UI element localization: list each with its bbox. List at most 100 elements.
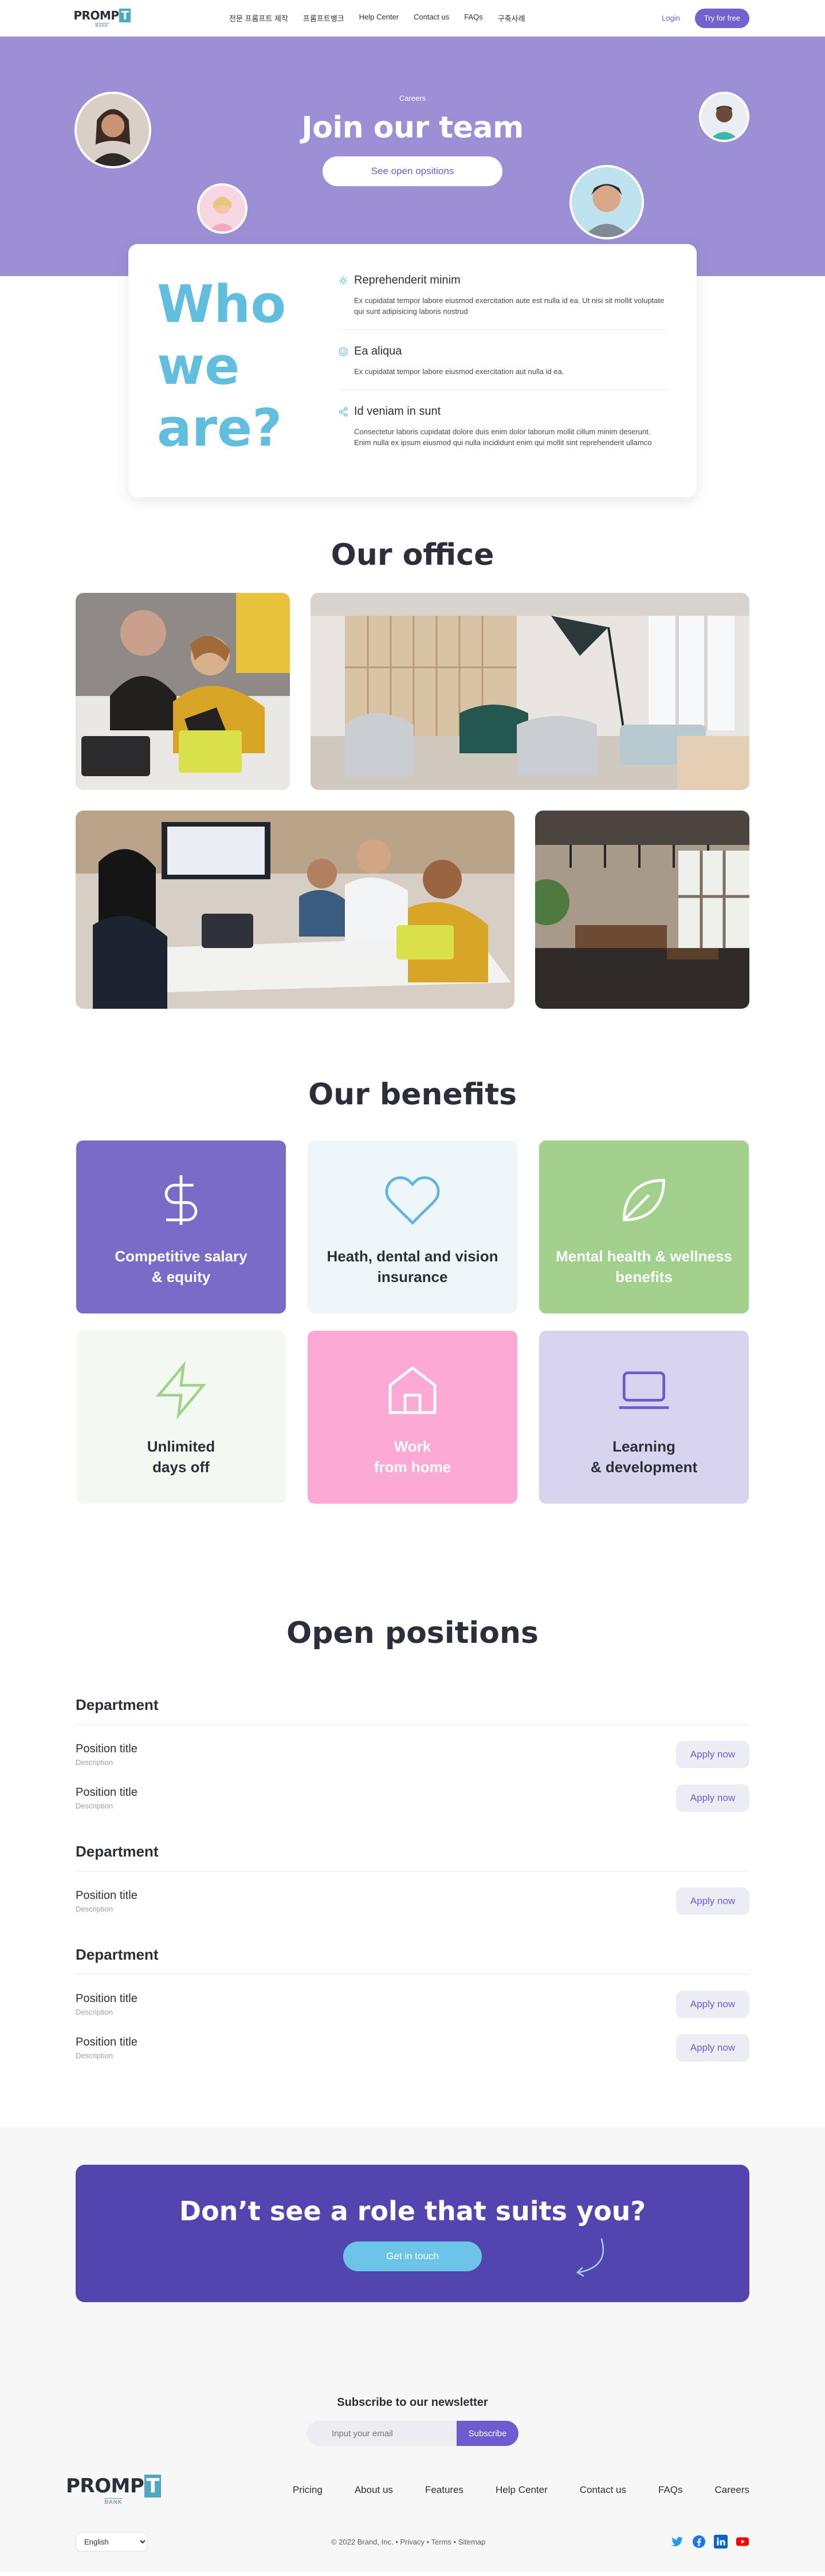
apply-now-button[interactable]: Apply now: [676, 1991, 749, 2018]
sun-icon: [339, 276, 348, 285]
bottom-band: Don’t see a role that suits you? Get in …: [0, 2127, 825, 2572]
newsletter-section: Subscribe to our newsletter Subscribe: [0, 2302, 825, 2446]
footer-link-contact[interactable]: Contact us: [580, 2484, 626, 2496]
home-icon: [388, 1366, 437, 1414]
nav-link-contact[interactable]: Contact us: [414, 13, 449, 23]
youtube-icon[interactable]: [736, 2535, 749, 2549]
benefit-label: Mental health & wellness benefits: [556, 1248, 732, 1285]
apply-now-button[interactable]: Apply now: [676, 1784, 749, 1812]
position-row: Position title Description Apply now: [76, 1983, 749, 2026]
position-title: Position title: [76, 1786, 138, 1799]
nav-link-custom-prompt[interactable]: 전문 프롬프트 제작: [229, 13, 288, 23]
position-title: Position title: [76, 2036, 138, 2048]
benefit-card: Learning & development: [539, 1331, 749, 1504]
benefits-grid: Competitive salary & equity Heath, denta…: [76, 1140, 749, 1504]
who-we-are-card: Who we are? Reprehenderit minim Ex cupid…: [128, 244, 697, 497]
position-row: Position title Description Apply now: [76, 1733, 749, 1776]
team-member-avatar: [197, 183, 247, 234]
apply-now-button[interactable]: Apply now: [676, 2034, 749, 2062]
who-item-text: Consectetur laboris cupidatat dolore dui…: [354, 427, 652, 447]
benefit-label: Competitive salary & equity: [115, 1248, 247, 1285]
footer-link-help-center[interactable]: Help Center: [496, 2484, 548, 2496]
brand-logo[interactable]: PROMP T BANK: [73, 8, 131, 28]
subscribe-button[interactable]: Subscribe: [457, 2421, 518, 2446]
linkedin-icon[interactable]: [714, 2535, 728, 2549]
nav-link-faqs[interactable]: FAQs: [464, 13, 483, 23]
dollar-icon: [164, 1175, 198, 1225]
who-item-text: Ex cupidatat tempor labore eiusmod exerc…: [354, 367, 564, 376]
nav-link-prompt-bank[interactable]: 프롬프트뱅크: [303, 13, 344, 23]
who-item-heading: Reprehenderit minim: [354, 274, 461, 286]
open-positions-title: Open positions: [286, 1616, 539, 1650]
language-select[interactable]: English: [76, 2532, 148, 2551]
position-description: Description: [76, 2051, 113, 2060]
benefit-label: Learning & development: [590, 1438, 698, 1476]
department-heading: Department: [76, 1696, 749, 1725]
footer: PROMP T BANK Pricing About us Features He…: [66, 2446, 749, 2572]
nav-link-cases[interactable]: 구축사례: [498, 13, 525, 23]
try-for-free-button[interactable]: Try for free: [694, 8, 749, 28]
position-description: Description: [76, 2008, 113, 2016]
nav-link-help-center[interactable]: Help Center: [359, 13, 399, 23]
smile-icon: [339, 347, 348, 356]
apply-now-button[interactable]: Apply now: [676, 1741, 749, 1768]
lightning-icon: [155, 1360, 207, 1420]
office-photo-cafe: [535, 811, 749, 1009]
heart-icon: [385, 1176, 440, 1225]
who-item-heading: Ea aliqua: [354, 345, 402, 357]
benefit-card: Competitive salary & equity: [76, 1140, 286, 1313]
who-item: Ea aliqua Ex cupidatat tempor labore eiu…: [338, 345, 668, 390]
benefit-card: Work from home: [308, 1331, 517, 1504]
footer-link-about[interactable]: About us: [355, 2484, 393, 2496]
share-icon: [339, 407, 348, 416]
top-navigation: PROMP T BANK 전문 프롬프트 제작 프롬프트뱅크 Help Cente…: [0, 0, 825, 37]
position-row: Position title Description Apply now: [76, 1776, 749, 1820]
office-title: Our office: [331, 538, 494, 572]
login-link[interactable]: Login: [662, 14, 680, 22]
position-description: Description: [76, 1905, 113, 1913]
hero-title: Join our team: [301, 111, 524, 145]
who-item: Id veniam in sunt Consectetur laboris cu…: [338, 405, 668, 461]
hero-eyebrow: Careers: [399, 94, 426, 103]
benefit-card: Mental health & wellness benefits: [539, 1140, 749, 1313]
office-photo-team-laughing: [76, 593, 290, 790]
position-row: Position title Description Apply now: [76, 1879, 749, 1923]
position-row: Position title Description Apply now: [76, 2026, 749, 2070]
newsletter-email-input[interactable]: [307, 2421, 457, 2446]
benefits-section: Our benefits Competitive salary & equity…: [0, 1011, 825, 1504]
social-links: [670, 2535, 749, 2549]
office-photo-lounge: [311, 593, 749, 790]
who-item: Reprehenderit minim Ex cupidatat tempor …: [338, 274, 668, 330]
curved-arrow-icon: [576, 2238, 604, 2277]
apply-now-button[interactable]: Apply now: [676, 1887, 749, 1915]
footer-link-pricing[interactable]: Pricing: [293, 2484, 323, 2496]
see-open-positions-button[interactable]: See open opsitions: [323, 156, 502, 186]
nav-links: 전문 프롬프트 제작 프롬프트뱅크 Help Center Contact us…: [229, 13, 525, 23]
benefit-label: Work from home: [374, 1438, 451, 1476]
cta-banner: Don’t see a role that suits you? Get in …: [76, 2165, 749, 2302]
benefit-label: Heath, dental and vision insurance: [327, 1248, 498, 1285]
position-description: Description: [76, 1802, 113, 1810]
who-item-text: Ex cupidatat tempor labore eiusmod exerc…: [354, 296, 665, 316]
open-positions-section: Open positions Department Position title…: [76, 1504, 749, 2070]
position-title: Position title: [76, 1889, 138, 1902]
get-in-touch-button[interactable]: Get in touch: [343, 2241, 482, 2271]
footer-logo[interactable]: PROMP T BANK: [66, 2475, 161, 2506]
newsletter-title: Subscribe to our newsletter: [337, 2396, 488, 2409]
office-photo-meeting: [76, 811, 514, 1009]
department-heading: Department: [76, 1843, 749, 1871]
benefit-label: Unlimited days off: [147, 1438, 215, 1476]
who-we-are-title: Who we are?: [157, 274, 286, 458]
benefits-title: Our benefits: [308, 1077, 517, 1112]
facebook-icon[interactable]: [692, 2535, 706, 2549]
footer-link-features[interactable]: Features: [425, 2484, 463, 2496]
twitter-icon[interactable]: [670, 2535, 684, 2549]
position-description: Description: [76, 1758, 113, 1767]
footer-link-careers[interactable]: Careers: [715, 2484, 749, 2496]
laptop-icon: [619, 1371, 669, 1409]
office-section: Our office: [0, 532, 825, 1011]
who-item-heading: Id veniam in sunt: [354, 405, 441, 418]
footer-links: Pricing About us Features Help Center Co…: [261, 2484, 749, 2496]
footer-link-faqs[interactable]: FAQs: [658, 2484, 683, 2496]
cta-title: Don’t see a role that suits you?: [179, 2196, 646, 2227]
